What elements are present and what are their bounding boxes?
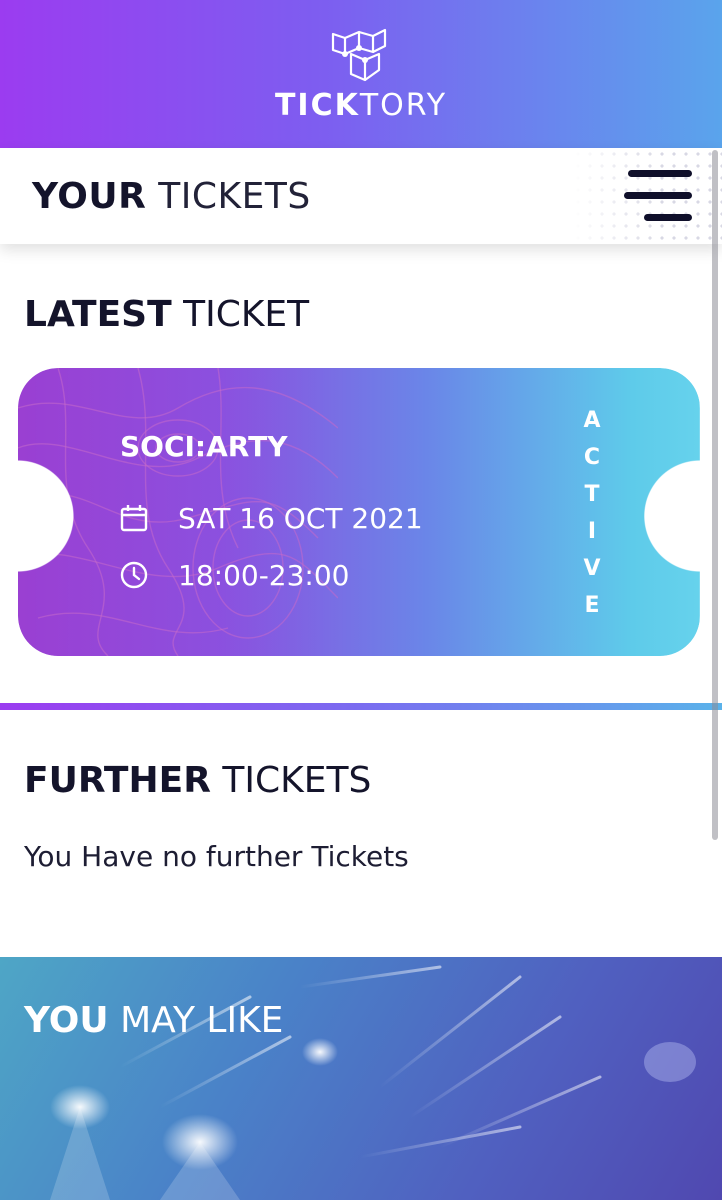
hamburger-bar: [644, 214, 692, 221]
concert-lights-image: [50, 965, 696, 1200]
status-letter: E: [584, 593, 600, 618]
page-title: YOUR TICKETS: [32, 176, 311, 217]
like-heading-bold: YOU: [24, 1000, 109, 1041]
hamburger-bar: [624, 192, 692, 199]
ticket-time: 18:00-23:00: [178, 559, 350, 592]
brand-name-light: TORY: [359, 88, 448, 123]
you-may-like-heading: YOU MAY LIKE: [24, 1000, 283, 1041]
ticket-status: A C T I V E: [574, 408, 610, 618]
page-title-bold: YOUR: [32, 176, 147, 217]
like-heading-light: MAY LIKE: [108, 1000, 284, 1041]
status-letter: C: [583, 445, 601, 470]
title-bar: YOUR TICKETS: [0, 148, 722, 244]
calendar-icon: [120, 505, 148, 532]
hamburger-icon: [628, 170, 692, 177]
clock-icon: [120, 561, 148, 589]
brand-name: TICKTORY: [0, 88, 722, 123]
section-divider: [0, 703, 722, 710]
status-letter: I: [587, 519, 597, 544]
latest-heading-light: TICKET: [171, 294, 310, 335]
page-title-light: TICKETS: [146, 176, 311, 217]
you-may-like-banner[interactable]: [0, 957, 722, 1200]
latest-ticket-heading: LATEST TICKET: [24, 294, 309, 335]
further-heading-light: TICKETS: [210, 760, 372, 801]
scrollbar-thumb[interactable]: [712, 150, 718, 840]
further-heading-bold: FURTHER: [24, 760, 211, 801]
status-letter: T: [584, 482, 600, 507]
status-letter: A: [583, 408, 601, 433]
latest-ticket-card[interactable]: SOCI:ARTY SAT 16 OCT 2021 18:00-23:00 A …: [18, 368, 700, 656]
hamburger-menu-button[interactable]: [624, 168, 696, 226]
no-further-tickets-message: You Have no further Tickets: [24, 840, 409, 873]
further-tickets-heading: FURTHER TICKETS: [24, 760, 371, 801]
latest-heading-bold: LATEST: [24, 294, 172, 335]
ticktory-logo-icon: [331, 28, 387, 82]
ticket-date: SAT 16 OCT 2021: [178, 502, 423, 535]
status-letter: V: [583, 556, 601, 581]
brand-name-bold: TICK: [274, 88, 360, 123]
ticket-event-name: SOCI:ARTY: [120, 430, 288, 463]
brand-header: TICKTORY: [0, 0, 722, 148]
